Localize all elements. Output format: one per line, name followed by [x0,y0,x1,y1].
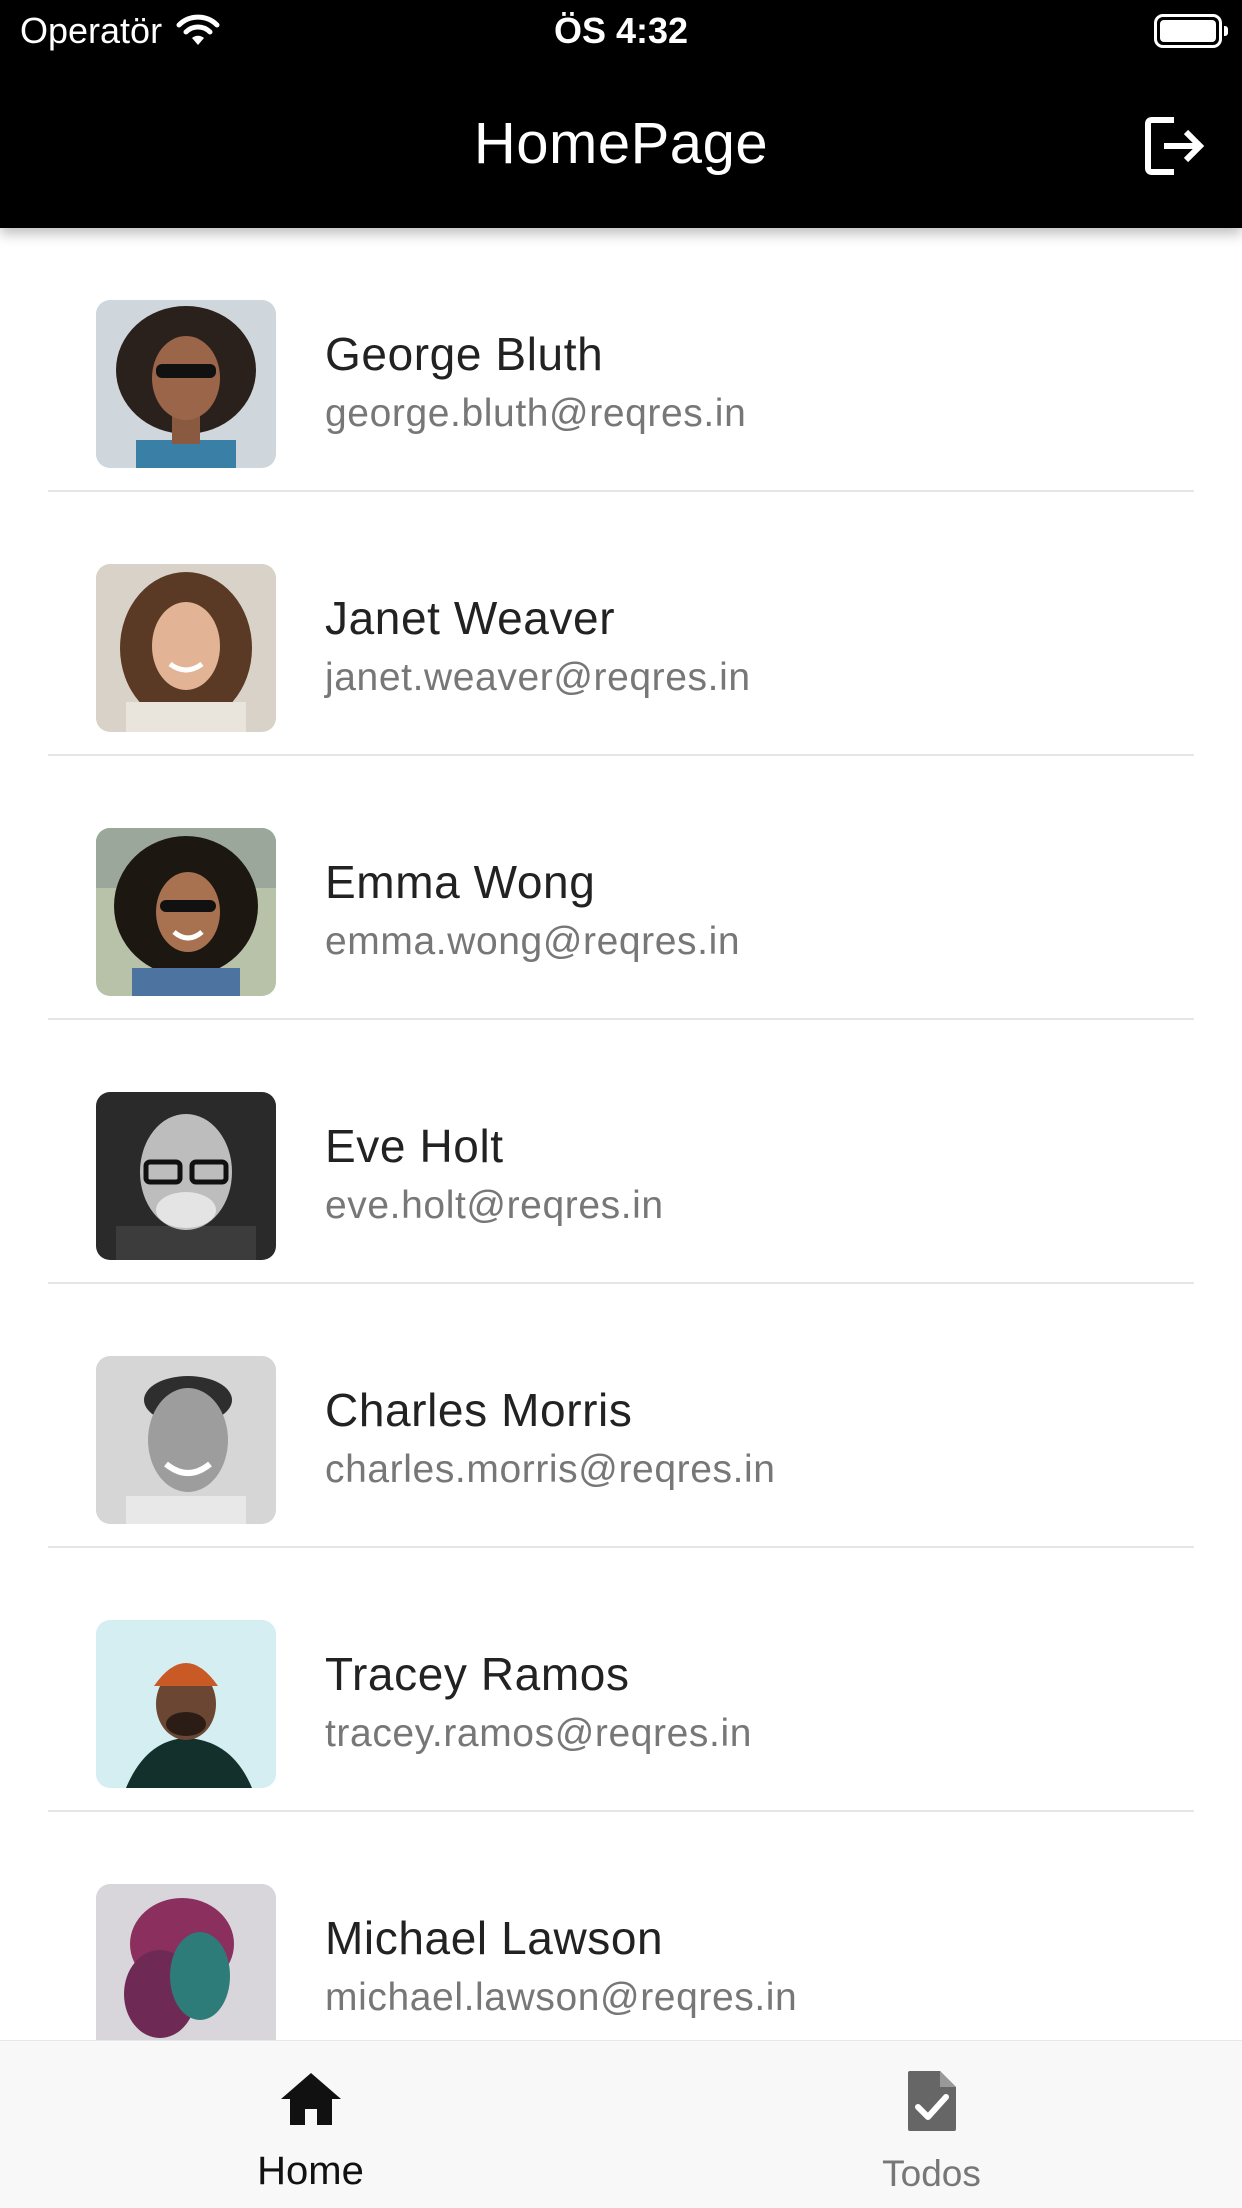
user-name: Janet Weaver [325,592,616,644]
home-icon [280,2073,341,2125]
user-email: emma.wong@reqres.in [325,920,741,963]
tab-todos[interactable]: Todos [621,2041,1242,2208]
user-email: tracey.ramos@reqres.in [325,1712,753,1755]
status-bar: Operatör ÖS 4:32 [0,0,1242,62]
user-email: charles.morris@reqres.in [325,1448,776,1491]
todo-document-icon [907,2071,956,2131]
user-email: george.bluth@reqres.in [325,392,747,435]
list-item[interactable]: George Bluth george.bluth@reqres.in [0,228,1242,492]
user-email: eve.holt@reqres.in [325,1184,664,1227]
bottom-navigation: Home Todos [0,2040,1242,2208]
tab-todos-label: Todos [882,2153,981,2194]
avatar [96,1092,276,1260]
user-email: michael.lawson@reqres.in [325,1976,798,2019]
avatar [96,1356,276,1524]
tab-home-label: Home [257,2149,364,2193]
user-name: Emma Wong [325,856,596,908]
logout-icon [1145,117,1205,175]
avatar [96,300,276,468]
avatar [96,828,276,996]
battery-icon [1154,14,1228,48]
list-item[interactable]: Eve Holt eve.holt@reqres.in [0,1020,1242,1284]
logout-button[interactable] [1140,112,1208,180]
user-name: Michael Lawson [325,1912,664,1964]
list-item[interactable]: Tracey Ramos tracey.ramos@reqres.in [0,1548,1242,1812]
user-list: George Bluth george.bluth@reqres.in Jane… [0,228,1242,2040]
user-name: Eve Holt [325,1120,504,1172]
user-email: janet.weaver@reqres.in [325,656,751,699]
app-bar: HomePage [0,62,1242,228]
tab-home[interactable]: Home [0,2041,621,2208]
avatar [96,564,276,732]
status-time: ÖS 4:32 [553,10,689,51]
user-name: George Bluth [325,328,604,380]
list-item[interactable]: Charles Morris charles.morris@reqres.in [0,1284,1242,1548]
list-item[interactable]: Emma Wong emma.wong@reqres.in [0,756,1242,1020]
page-title: HomePage [473,111,769,176]
user-name: Charles Morris [325,1384,633,1436]
avatar [96,1620,276,1788]
avatar [96,1884,276,2040]
user-name: Tracey Ramos [325,1648,630,1700]
list-item[interactable]: Michael Lawson michael.lawson@reqres.in [0,1812,1242,2040]
list-item[interactable]: Janet Weaver janet.weaver@reqres.in [0,492,1242,756]
